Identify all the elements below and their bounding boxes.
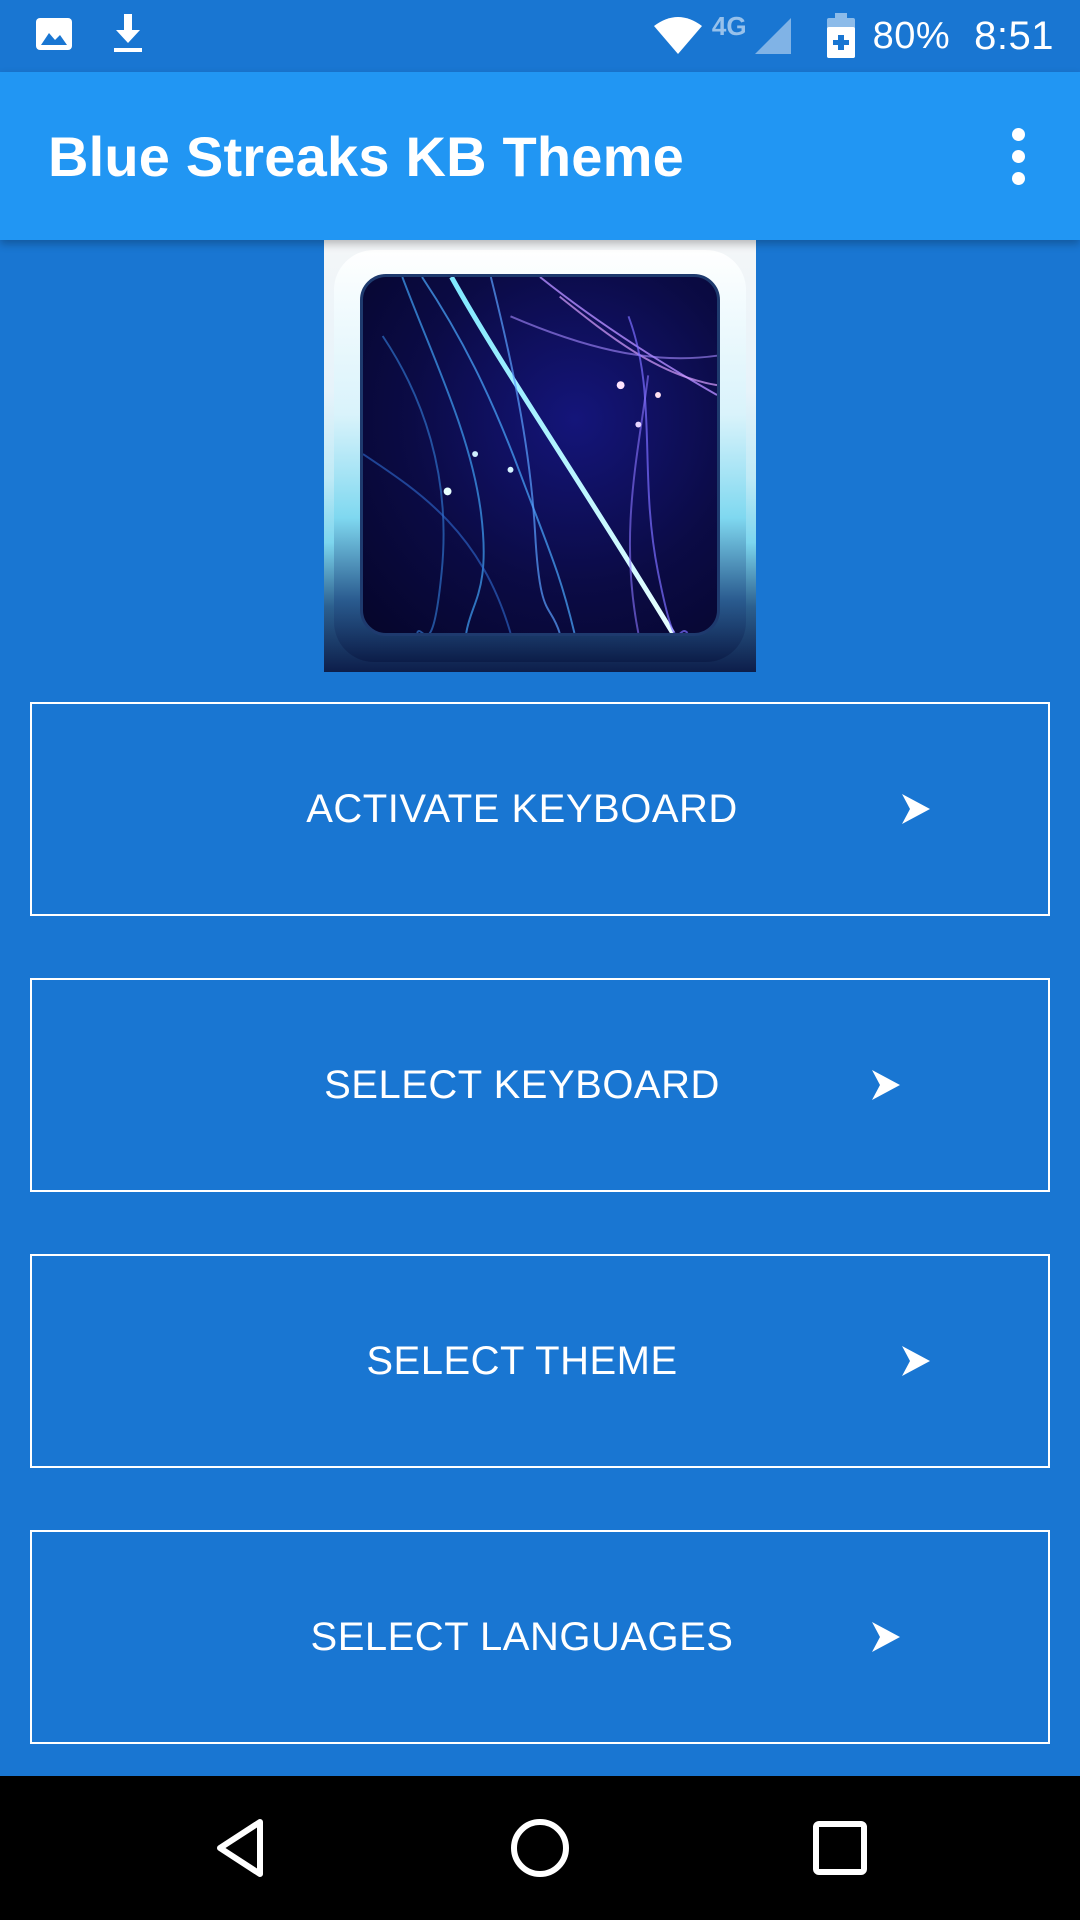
- chevron-right-icon: [872, 1622, 900, 1652]
- chevron-right-icon: [902, 794, 930, 824]
- status-bar: 4G 80% 8:51: [0, 0, 1080, 72]
- signal-icon: [753, 16, 793, 56]
- navigation-bar: [0, 1776, 1080, 1920]
- select-languages-button[interactable]: SELECT LANGUAGES: [30, 1530, 1050, 1744]
- chevron-right-icon: [872, 1070, 900, 1100]
- battery-charging-icon: [823, 13, 859, 58]
- download-icon: [108, 14, 148, 54]
- app-bar: Blue Streaks KB Theme: [0, 72, 1080, 240]
- activate-keyboard-label: ACTIVATE KEYBOARD: [306, 786, 738, 831]
- back-icon[interactable]: [208, 1816, 272, 1880]
- select-theme-button[interactable]: SELECT THEME: [30, 1254, 1050, 1468]
- battery-percent: 80%: [872, 14, 951, 57]
- chevron-right-icon: [902, 1346, 930, 1376]
- select-theme-label: SELECT THEME: [366, 1338, 678, 1383]
- clock: 8:51: [974, 13, 1054, 58]
- select-keyboard-button[interactable]: SELECT KEYBOARD: [30, 978, 1050, 1192]
- network-type: 4G: [711, 10, 747, 41]
- recents-icon[interactable]: [808, 1816, 872, 1880]
- overflow-menu-icon[interactable]: [986, 124, 1050, 188]
- image-icon: [34, 14, 74, 54]
- activate-keyboard-button[interactable]: ACTIVATE KEYBOARD: [30, 702, 1050, 916]
- app-title: Blue Streaks KB Theme: [48, 125, 684, 188]
- wifi-icon: [652, 16, 704, 56]
- theme-preview-image: [324, 240, 756, 672]
- home-icon[interactable]: [508, 1816, 572, 1880]
